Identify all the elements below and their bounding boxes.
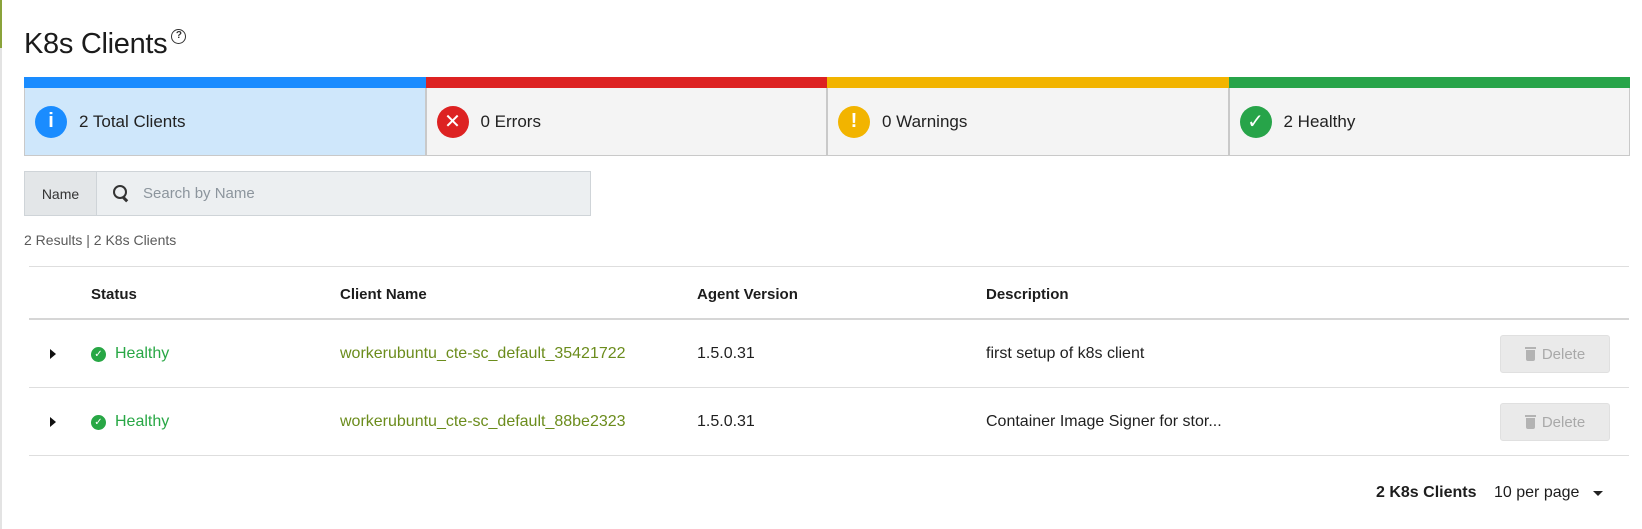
- delete-button[interactable]: Delete: [1500, 403, 1610, 441]
- card-label: 2 Healthy: [1283, 111, 1356, 131]
- column-header-description[interactable]: Description: [986, 286, 1069, 303]
- per-page-label: 10 per page: [1494, 484, 1580, 501]
- status-text: Healthy: [115, 413, 170, 430]
- info-icon: i: [35, 105, 67, 138]
- page-title: K8s Clients: [24, 28, 168, 60]
- caret-right-icon: [50, 349, 56, 359]
- search-icon: [113, 184, 131, 203]
- delete-button[interactable]: Delete: [1500, 335, 1610, 373]
- agent-version-cell: 1.5.0.31: [697, 345, 755, 362]
- check-circle-icon: ✓: [91, 346, 106, 362]
- table-row: ✓ Healthy workerubuntu_cte-sc_default_88…: [29, 388, 1629, 456]
- card-warnings[interactable]: ! 0 Warnings: [827, 77, 1229, 156]
- check-circle-icon: ✓: [91, 414, 106, 430]
- name-filter: Name: [24, 171, 591, 216]
- card-label: 2 Total Clients: [79, 111, 186, 131]
- card-errors[interactable]: ✕ 0 Errors: [425, 77, 827, 156]
- check-icon: ✓: [1239, 105, 1272, 138]
- client-name-cell: workerubuntu_cte-sc_default_88be2323: [340, 388, 626, 456]
- description-cell: first setup of k8s client: [986, 345, 1145, 362]
- expand-row-button[interactable]: [50, 320, 56, 388]
- results-summary: 2 Results | 2 K8s Clients: [24, 232, 177, 248]
- clients-table: Status Client Name Agent Version Descrip…: [29, 266, 1629, 456]
- warning-icon: !: [838, 105, 870, 138]
- status-text: Healthy: [115, 345, 170, 362]
- table-header: Status Client Name Agent Version Descrip…: [29, 266, 1629, 320]
- error-icon: ✕: [436, 105, 469, 138]
- filter-label: Name: [25, 172, 97, 215]
- summary-cards: i 2 Total Clients ✕ 0 Errors ! 0 Warning…: [24, 77, 1630, 156]
- search-input[interactable]: [143, 185, 543, 202]
- description-cell: Container Image Signer for stor...: [986, 413, 1222, 430]
- card-healthy[interactable]: ✓ 2 Healthy: [1228, 77, 1630, 156]
- pagination-count: 2 K8s Clients: [1376, 484, 1477, 501]
- status-cell: ✓ Healthy: [91, 320, 169, 388]
- status-cell: ✓ Healthy: [91, 388, 169, 456]
- client-name-link[interactable]: workerubuntu_cte-sc_default_88be2323: [340, 413, 626, 431]
- trash-icon: [1524, 415, 1536, 429]
- delete-label: Delete: [1541, 345, 1586, 363]
- left-edge-strip: [0, 0, 2, 529]
- table-row: ✓ Healthy workerubuntu_cte-sc_default_35…: [29, 320, 1629, 388]
- column-header-client-name[interactable]: Client Name: [340, 286, 427, 303]
- caret-right-icon: [50, 417, 56, 427]
- card-total-clients[interactable]: i 2 Total Clients: [24, 77, 426, 156]
- title-row: K8s Clients ?: [24, 24, 187, 64]
- delete-label: Delete: [1541, 413, 1586, 431]
- delete-cell: Delete: [1500, 320, 1610, 388]
- column-header-status[interactable]: Status: [91, 286, 137, 303]
- agent-version-cell: 1.5.0.31: [697, 413, 755, 430]
- trash-icon: [1524, 347, 1536, 361]
- per-page-select[interactable]: 10 per page: [1494, 484, 1604, 502]
- client-name-link[interactable]: workerubuntu_cte-sc_default_35421722: [340, 345, 626, 363]
- card-label: 0 Warnings: [882, 111, 968, 131]
- delete-cell: Delete: [1500, 388, 1610, 456]
- client-name-cell: workerubuntu_cte-sc_default_35421722: [340, 320, 626, 388]
- chevron-down-icon: [1593, 490, 1604, 496]
- help-icon[interactable]: ?: [171, 29, 187, 44]
- column-header-agent-version[interactable]: Agent Version: [697, 286, 798, 303]
- card-label: 0 Errors: [480, 111, 541, 131]
- filter-input-wrap: [97, 172, 590, 215]
- expand-row-button[interactable]: [50, 388, 56, 456]
